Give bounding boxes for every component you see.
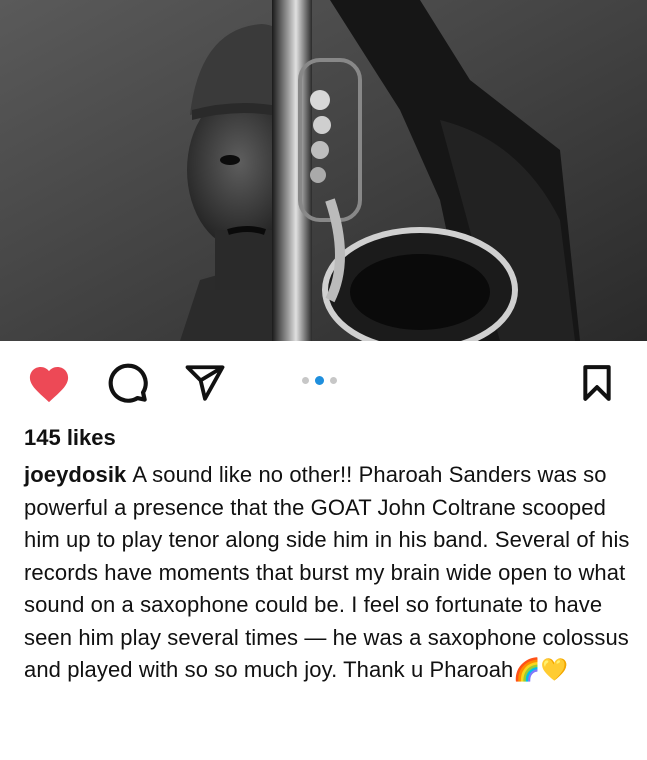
save-button[interactable]	[572, 361, 622, 405]
post-caption: joeydosik A sound like no other!! Pharoah…	[24, 459, 630, 687]
comment-button[interactable]	[103, 361, 153, 405]
caption-emoji: 🌈💛	[513, 657, 569, 682]
bookmark-icon	[583, 365, 611, 401]
carousel-dot	[330, 377, 337, 384]
caption-username[interactable]: joeydosik	[24, 462, 126, 487]
send-icon	[185, 365, 225, 401]
post-image[interactable]	[0, 0, 647, 341]
heart-icon	[29, 366, 69, 403]
caption-text: A sound like no other!! Pharoah Sanders …	[24, 462, 630, 682]
like-button[interactable]	[24, 361, 74, 405]
carousel-dot	[302, 377, 309, 384]
post-actions-bar	[0, 341, 647, 421]
carousel-dot-active	[315, 376, 324, 385]
post-photo	[0, 0, 647, 341]
likes-count[interactable]: 145 likes	[24, 425, 116, 451]
comment-icon	[108, 363, 148, 403]
share-button[interactable]	[180, 361, 230, 405]
carousel-indicator	[302, 376, 337, 385]
